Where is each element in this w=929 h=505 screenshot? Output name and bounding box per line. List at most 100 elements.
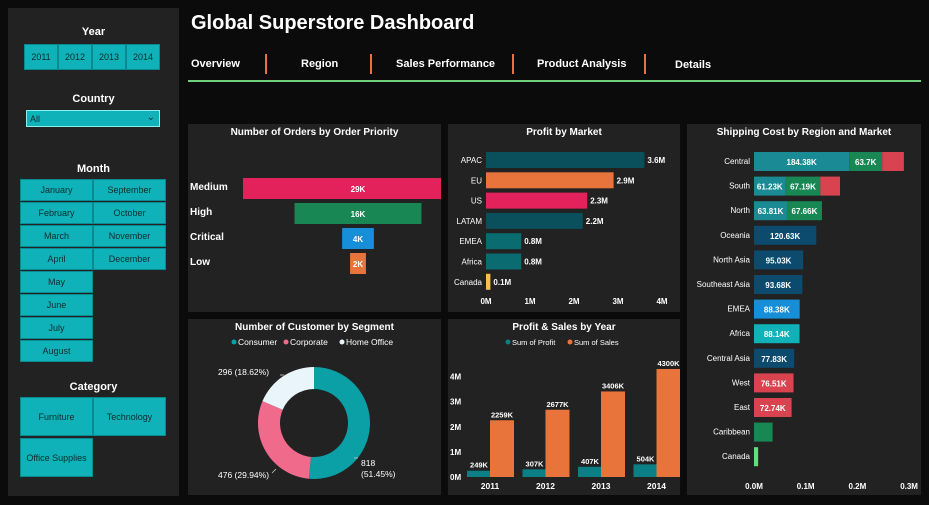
category-label: Medium: [190, 182, 228, 193]
tab-details[interactable]: Details: [675, 59, 711, 71]
donut-slice: [262, 367, 314, 410]
data-label: 2259K: [491, 410, 514, 419]
leader-line: [271, 468, 277, 474]
data-label: 2K: [353, 260, 363, 269]
month-march-button[interactable]: March: [20, 225, 93, 247]
x-tick-label: 2013: [592, 481, 611, 491]
y-tick-label: 4M: [450, 373, 461, 382]
bar-segment: [882, 152, 904, 171]
year-2011-button[interactable]: 2011: [24, 44, 58, 70]
profit-market-chart: APAC 3.6M EU 2.9M US 2.3M LATAM 2.2M EMEA 0.8M Afr…: [454, 152, 668, 306]
data-label: 296 (18.62%): [218, 367, 269, 377]
data-label: 0.8M: [524, 237, 542, 246]
year-2014-button[interactable]: 2014: [126, 44, 160, 70]
bar: [578, 466, 602, 477]
category-label: Africa: [462, 258, 483, 267]
x-tick-label: 4M: [656, 297, 667, 306]
tab-product-analysis[interactable]: Product Analysis: [537, 58, 626, 70]
data-label: 4300K: [657, 359, 680, 368]
country-filter-label: Country: [72, 93, 115, 105]
month-january-button[interactable]: January: [20, 179, 93, 201]
x-tick-label: 0.2M: [849, 482, 867, 491]
data-label: 407K: [581, 457, 600, 466]
nav-tabs: Overview Region Sales Performance Produc…: [188, 52, 921, 82]
x-tick-label: 3M: [612, 297, 623, 306]
data-label: 67.66K: [792, 207, 818, 216]
category-label: Critical: [190, 232, 224, 243]
data-label: 16K: [351, 210, 366, 219]
category-furniture-button[interactable]: Furniture: [20, 397, 93, 436]
bar: [545, 409, 570, 477]
bar: [486, 233, 522, 250]
y-tick-label: 1M: [450, 448, 461, 457]
month-may-button[interactable]: May: [20, 271, 93, 293]
legend-marker: [231, 339, 237, 345]
country-dropdown[interactable]: All ⌄: [26, 110, 160, 127]
month-august-button[interactable]: August: [20, 340, 93, 362]
bar: [486, 172, 614, 189]
category-label: Low: [190, 257, 210, 268]
page-title: Global Superstore Dashboard: [191, 12, 475, 34]
month-november-button[interactable]: November: [93, 225, 166, 247]
category-technology-button[interactable]: Technology: [93, 397, 166, 436]
data-label: 0.8M: [524, 258, 542, 267]
data-label: 249K: [470, 461, 489, 470]
category-label: Canada: [454, 278, 483, 287]
segment-chart: Consumer Corporate Home Office 818(51.45%) 4…: [218, 337, 396, 480]
legend-marker: [567, 339, 573, 345]
x-tick-label: 2012: [536, 481, 555, 491]
data-label: 0.1M: [493, 278, 511, 287]
tab-overview[interactable]: Overview: [191, 58, 240, 70]
orders-by-priority-panel: Number of Orders by Order Priority Mediu…: [188, 124, 441, 312]
bar-segment: [820, 176, 840, 196]
category-label: US: [471, 197, 482, 206]
bar-segment: [754, 447, 759, 467]
category-label: East: [734, 403, 751, 412]
data-label: 61.23K: [757, 183, 783, 192]
category-label: LATAM: [457, 217, 483, 226]
data-label: 307K: [526, 459, 545, 468]
filter-sidebar: Year 2011 2012 2013 2014 Country All ⌄ M…: [8, 8, 179, 496]
chevron-down-icon: ⌄: [146, 112, 155, 123]
data-label: 2.2M: [586, 217, 604, 226]
month-october-button[interactable]: October: [93, 202, 166, 224]
month-april-button[interactable]: April: [20, 248, 93, 270]
category-office-supplies-button[interactable]: Office Supplies: [20, 438, 93, 477]
legend-label: Home Office: [346, 337, 393, 347]
tab-region[interactable]: Region: [301, 58, 338, 70]
bar: [633, 464, 658, 477]
legend-label: Sum of Sales: [574, 338, 619, 347]
category-label: South: [729, 182, 750, 191]
month-february-button[interactable]: February: [20, 202, 93, 224]
profit-by-market-panel: Profit by Market APAC 3.6M EU 2.9M US 2.3M LAT…: [448, 124, 680, 312]
month-june-button[interactable]: June: [20, 294, 93, 316]
orders-chart: Medium 29K High 16K Critical 4K Low 2K: [190, 178, 441, 274]
bar: [486, 152, 645, 168]
category-label: North Asia: [713, 255, 750, 264]
shipping-chart: Central 184.38K 63.7K South 61.23K 67.19K Nort…: [697, 152, 918, 491]
data-label: 29K: [351, 185, 366, 194]
data-label: 120.63K: [770, 232, 800, 241]
month-july-button[interactable]: July: [20, 317, 93, 339]
month-december-button[interactable]: December: [93, 248, 166, 270]
data-label: 72.74K: [760, 404, 786, 413]
month-september-button[interactable]: September: [93, 179, 166, 201]
x-tick-label: 0.1M: [797, 482, 815, 491]
tab-sales-performance[interactable]: Sales Performance: [396, 58, 495, 70]
donut-slice: [257, 401, 311, 479]
x-tick-label: 2M: [568, 297, 579, 306]
bar: [486, 192, 588, 209]
x-tick-label: 0.0M: [745, 482, 763, 491]
category-label: EMEA: [459, 237, 482, 246]
tab-divider: [370, 54, 372, 74]
year-2013-button[interactable]: 2013: [92, 44, 126, 70]
data-label: 3.6M: [647, 156, 665, 165]
category-label: High: [190, 207, 212, 218]
legend-label: Corporate: [290, 337, 328, 347]
category-label: Oceania: [720, 231, 750, 240]
category-label: Central Asia: [707, 354, 751, 363]
customer-segment-panel: Number of Customer by Segment Consumer Co…: [188, 319, 441, 495]
year-2012-button[interactable]: 2012: [58, 44, 92, 70]
category-filter-label: Category: [69, 381, 118, 393]
year-filter-label: Year: [81, 26, 106, 38]
